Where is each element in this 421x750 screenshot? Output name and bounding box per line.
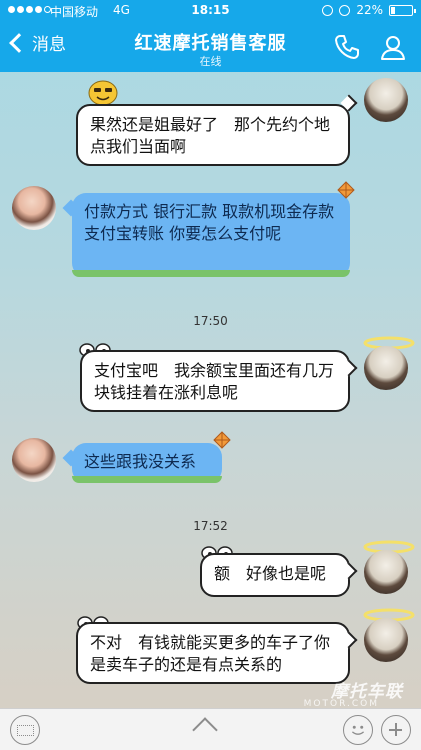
alarm-icon bbox=[339, 4, 351, 16]
kite-decoration-icon bbox=[337, 181, 355, 199]
rotation-lock-icon bbox=[322, 4, 334, 16]
message-text: 果然还是姐最好了 那个先约个地点我们当面啊 bbox=[90, 115, 331, 156]
message-bubble-received[interactable]: 这些跟我没关系 bbox=[72, 443, 222, 483]
status-bar: 中国移动 4G 18:15 22% bbox=[0, 0, 421, 22]
bottom-input-bar bbox=[0, 708, 421, 750]
battery-percent: 22% bbox=[356, 3, 383, 17]
smiley-sticker-icon bbox=[88, 80, 118, 106]
contact-avatar[interactable] bbox=[12, 438, 56, 482]
timestamp: 17:52 bbox=[193, 519, 228, 533]
my-avatar[interactable] bbox=[364, 346, 408, 390]
timestamp: 17:50 bbox=[193, 314, 228, 328]
battery-fill bbox=[391, 6, 395, 14]
user-profile-icon[interactable] bbox=[377, 31, 409, 63]
message-text: 额 好像也是呢 bbox=[214, 564, 327, 583]
message-text: 不对 有钱就能买更多的车子了你是卖车子的还是有点关系的 bbox=[90, 633, 331, 674]
battery-icon bbox=[389, 4, 416, 16]
my-avatar[interactable] bbox=[364, 78, 408, 122]
message-bubble-sent[interactable]: 不对 有钱就能买更多的车子了你是卖车子的还是有点关系的 bbox=[76, 622, 350, 684]
my-avatar[interactable] bbox=[364, 550, 408, 594]
my-avatar[interactable] bbox=[364, 618, 408, 662]
message-bubble-sent[interactable]: 果然还是姐最好了 那个先约个地点我们当面啊 bbox=[76, 104, 350, 166]
nav-bar: 消息 红速摩托销售客服 在线 bbox=[0, 22, 421, 72]
kite-decoration-icon bbox=[213, 431, 231, 449]
plus-icon[interactable] bbox=[381, 715, 411, 745]
phone-icon[interactable] bbox=[331, 31, 363, 63]
message-bubble-sent[interactable]: 额 好像也是呢 bbox=[200, 553, 350, 597]
message-text: 付款方式 银行汇款 取款机现金存款 支付宝转账 你要怎么支付呢 bbox=[84, 202, 335, 243]
message-bubble-sent[interactable]: 支付宝吧 我余额宝里面还有几万块钱挂着在涨利息呢 bbox=[80, 350, 350, 412]
top-bar: 中国移动 4G 18:15 22% 消息 红速摩托销售客服 在线 bbox=[0, 0, 421, 72]
message-bubble-received[interactable]: 付款方式 银行汇款 取款机现金存款 支付宝转账 你要怎么支付呢 bbox=[72, 193, 350, 277]
message-text: 支付宝吧 我余额宝里面还有几万块钱挂着在涨利息呢 bbox=[94, 361, 335, 402]
contact-avatar[interactable] bbox=[12, 186, 56, 230]
message-text: 这些跟我没关系 bbox=[84, 452, 197, 471]
emoji-icon[interactable] bbox=[343, 715, 373, 745]
keyboard-icon[interactable] bbox=[10, 715, 40, 745]
chevron-up-icon[interactable] bbox=[192, 717, 218, 743]
